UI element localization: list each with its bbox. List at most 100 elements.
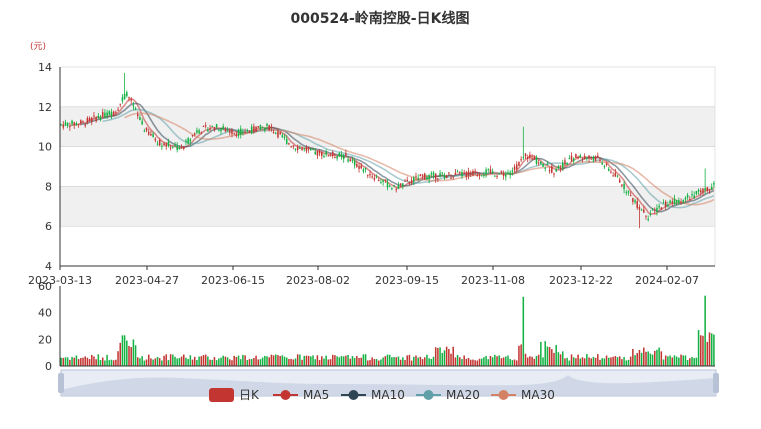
volume-bar	[542, 357, 544, 366]
candle-body	[325, 151, 327, 155]
zoom-handle-left[interactable]	[58, 373, 64, 393]
candle-body	[353, 160, 356, 166]
volume-bar	[682, 355, 685, 366]
candle-body	[213, 127, 216, 130]
candle-body	[253, 126, 255, 132]
candle-body	[498, 173, 500, 175]
volume-bar	[590, 358, 592, 366]
candle-body	[452, 176, 454, 178]
candle-body	[77, 124, 80, 126]
candle-body	[97, 115, 100, 118]
candle-body	[84, 124, 86, 126]
legend-label[interactable]: MA5	[303, 388, 329, 402]
legend-symbol[interactable]	[209, 388, 234, 402]
volume-axis-ticks: 0 20 40 60	[38, 280, 52, 373]
volume-bar	[242, 354, 244, 366]
legend-label[interactable]: MA30	[521, 388, 555, 402]
candle-body	[342, 154, 345, 160]
volume-bar	[180, 356, 183, 366]
candle-body	[553, 173, 555, 175]
legend-symbol[interactable]	[423, 390, 434, 400]
price-grid-band	[59, 66, 716, 108]
volume-bar	[224, 356, 227, 366]
candle-body	[296, 146, 299, 150]
volume-bar	[614, 356, 617, 366]
zoom-handle-right[interactable]	[713, 373, 719, 393]
candle-body	[524, 153, 527, 157]
candle-body	[507, 172, 509, 175]
volume-bar	[675, 356, 678, 366]
volume-bar	[632, 348, 634, 366]
candle-body	[185, 140, 187, 142]
volume-bar	[307, 355, 310, 366]
candle-body	[623, 183, 625, 190]
volume-bar	[469, 359, 472, 366]
candle-body	[147, 131, 150, 135]
candle-body	[261, 127, 264, 129]
candle-body	[255, 126, 257, 132]
volume-bar	[399, 359, 402, 366]
volume-bar	[623, 357, 625, 366]
candle-body	[134, 108, 137, 110]
volume-bar	[178, 358, 181, 366]
candle-body	[137, 114, 139, 117]
candle-body	[388, 185, 391, 187]
candle-body	[283, 136, 286, 138]
legend-label[interactable]: MA20	[446, 388, 480, 402]
candle-body	[285, 139, 288, 145]
candle-body	[196, 130, 198, 133]
volume-bar	[248, 359, 251, 366]
volume-bar	[158, 358, 161, 366]
candle-body	[130, 98, 132, 101]
candle-body	[651, 209, 654, 211]
volume-bar	[474, 360, 476, 366]
volume-bar	[250, 359, 253, 366]
candle-body	[546, 163, 549, 166]
candle-body	[340, 153, 343, 157]
legend-symbol[interactable]	[498, 390, 509, 400]
candle-body	[605, 163, 608, 165]
candle-body	[485, 169, 487, 175]
legend-symbol[interactable]	[348, 390, 359, 400]
volume-bar	[270, 354, 273, 366]
volume-bar	[561, 351, 564, 366]
candle-body	[266, 123, 268, 126]
volume-bar	[108, 360, 111, 366]
legend-symbol[interactable]	[280, 390, 291, 400]
volume-bar	[432, 356, 435, 366]
candle-body	[336, 156, 338, 159]
volume-bar	[437, 347, 439, 366]
volume-bar	[689, 358, 691, 366]
candle-body	[397, 185, 400, 189]
volume-bar	[673, 355, 676, 366]
volume-bar	[222, 355, 224, 366]
candle-body	[242, 132, 244, 134]
candle-body	[305, 147, 308, 152]
volume-bar	[476, 360, 479, 366]
candle-body	[375, 176, 378, 178]
volume-bar	[277, 355, 279, 366]
volume-bar	[520, 344, 522, 366]
candle-body	[62, 124, 65, 128]
candle-body	[590, 158, 592, 160]
candle-body	[329, 155, 332, 157]
candle-body	[469, 173, 472, 175]
candle-body	[588, 155, 590, 159]
candle-body	[710, 187, 713, 191]
legend-label[interactable]: 日K	[239, 388, 260, 402]
candle-body	[583, 156, 586, 160]
volume-bar	[126, 340, 128, 366]
chart-title: 000524-岭南控股-日K线图	[291, 10, 470, 27]
volume-bar	[491, 357, 494, 366]
volume-bar	[77, 359, 80, 366]
volume-bar	[421, 359, 424, 366]
candle-body	[233, 132, 235, 134]
volume-bar	[321, 356, 323, 366]
candle-body	[176, 145, 178, 150]
volume-bar	[364, 354, 367, 366]
legend-label[interactable]: MA10	[371, 388, 405, 402]
volume-bar	[163, 355, 165, 366]
candle-body	[180, 146, 183, 148]
volume-bar	[314, 359, 316, 366]
candle-body	[318, 151, 321, 154]
